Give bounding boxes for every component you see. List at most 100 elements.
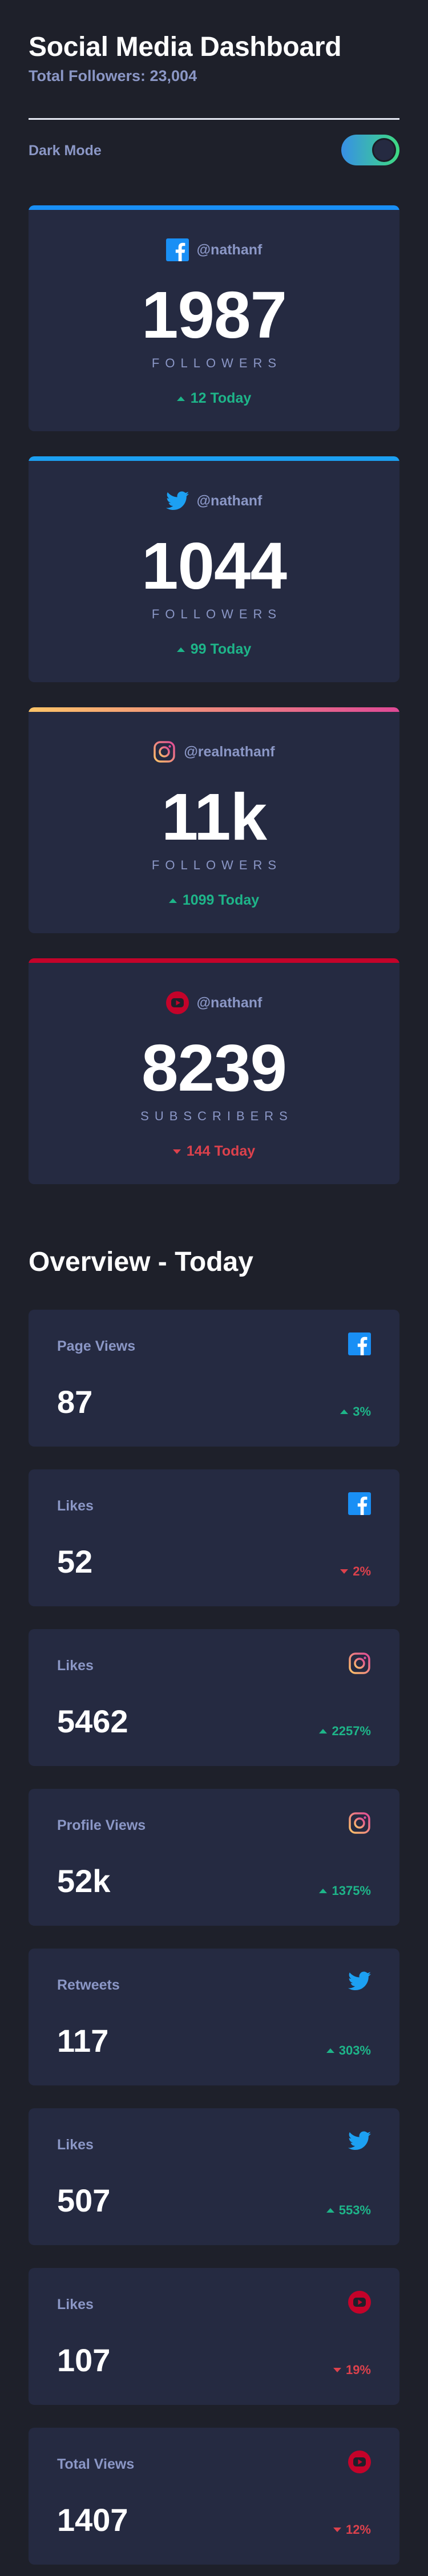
overview-card[interactable]: Total Views 1407 12% (29, 2428, 399, 2565)
card-handle: @nathanf (196, 994, 263, 1011)
today-change: 12 Today (29, 390, 399, 407)
today-change-text: 99 Today (190, 641, 252, 657)
overview-card[interactable]: Likes 107 19% (29, 2268, 399, 2405)
arrow-up-icon (168, 898, 177, 903)
overview-card[interactable]: Likes 507 553% (29, 2108, 399, 2245)
overview-change-text: 553% (338, 2203, 371, 2217)
arrow-up-icon (176, 396, 185, 401)
overview-label: Likes (57, 1658, 94, 1674)
today-change-text: 144 Today (186, 1143, 256, 1159)
arrow-down-icon (333, 2528, 341, 2532)
overview-card[interactable]: Profile Views 52k 1375% (29, 1789, 399, 1926)
page-title: Social Media Dashboard (29, 32, 342, 62)
total-followers: Total Followers: 23,004 (29, 67, 197, 84)
overview-label: Retweets (57, 1977, 120, 1993)
follower-unit: FOLLOWERS (151, 607, 282, 621)
overview-change: 553% (326, 2203, 371, 2218)
overview-value: 107 (57, 2342, 111, 2378)
overview-change: 3% (340, 1404, 371, 1419)
follower-count: 1044 (141, 529, 287, 603)
overview-change-text: 12% (345, 2522, 371, 2537)
header-divider (29, 118, 399, 120)
dark-mode-row: Dark Mode (29, 135, 399, 167)
today-change-text: 1099 Today (182, 892, 260, 908)
card-handle-row: @nathanf (29, 488, 399, 513)
toggle-knob (372, 138, 396, 162)
overview-value: 87 (57, 1384, 93, 1420)
follower-count: 8239 (141, 1031, 287, 1105)
overview-label: Likes (57, 2137, 94, 2153)
overview-title: Overview - Today (29, 1247, 253, 1277)
overview-card[interactable]: Page Views 87 3% (29, 1310, 399, 1447)
arrow-down-icon (172, 1149, 181, 1154)
overview-card[interactable]: Retweets 117 303% (29, 1949, 399, 2085)
overview-label: Profile Views (57, 1817, 146, 1833)
arrow-up-icon (176, 647, 185, 652)
overview-change-text: 1375% (332, 1884, 371, 1898)
card-accent-bar (29, 205, 399, 210)
card-handle-row: @nathanf (29, 990, 399, 1015)
overview-value: 507 (57, 2182, 111, 2218)
overview-label: Likes (57, 1498, 94, 1514)
follower-unit: SUBSCRIBERS (140, 1109, 293, 1123)
follower-unit: FOLLOWERS (151, 858, 282, 872)
twitter-icon (348, 2131, 371, 2154)
overview-card[interactable]: Likes 52 2% (29, 1469, 399, 1606)
overview-change: 19% (333, 2363, 371, 2377)
overview-change: 1375% (319, 1884, 371, 1898)
arrow-up-icon (319, 1729, 328, 1733)
twitter-icon (165, 491, 189, 511)
overview-value: 52k (57, 1863, 111, 1899)
arrow-down-icon (333, 2368, 341, 2372)
overview-value: 52 (57, 1544, 93, 1579)
youtube-icon (165, 991, 189, 1014)
arrow-up-icon (326, 2208, 334, 2213)
overview-change: 2257% (319, 1724, 371, 1739)
instagram-icon (153, 740, 176, 763)
overview-change: 303% (326, 2043, 371, 2058)
card-accent-bar (29, 707, 399, 712)
follower-count: 1987 (141, 278, 287, 352)
arrow-up-icon (319, 1889, 328, 1893)
dark-mode-toggle[interactable] (341, 135, 399, 165)
arrow-down-icon (340, 1569, 349, 1574)
follower-card-facebook[interactable]: @nathanf 1987 FOLLOWERS 12 Today (29, 205, 399, 431)
follower-card-youtube[interactable]: @nathanf 8239 SUBSCRIBERS 144 Today (29, 958, 399, 1184)
card-handle: @realnathanf (184, 743, 275, 760)
facebook-icon (165, 238, 189, 261)
follower-card-twitter[interactable]: @nathanf 1044 FOLLOWERS 99 Today (29, 456, 399, 682)
card-handle-row: @realnathanf (29, 739, 399, 764)
overview-change-text: 3% (353, 1404, 371, 1419)
today-change: 144 Today (29, 1143, 399, 1160)
instagram-icon (348, 1652, 371, 1675)
follower-card-instagram[interactable]: @realnathanf 11k FOLLOWERS 1099 Today (29, 707, 399, 933)
overview-value: 1407 (57, 2502, 128, 2538)
overview-change-text: 19% (345, 2363, 371, 2377)
youtube-icon (348, 2291, 371, 2314)
overview-value: 5462 (57, 1703, 128, 1739)
arrow-up-icon (340, 1409, 349, 1414)
today-change-text: 12 Today (190, 390, 252, 406)
overview-label: Total Views (57, 2456, 135, 2472)
facebook-icon (348, 1492, 371, 1515)
instagram-icon (348, 1812, 371, 1834)
card-accent-bar (29, 456, 399, 461)
card-accent-bar (29, 958, 399, 963)
overview-label: Likes (57, 2296, 94, 2312)
youtube-icon (348, 2451, 371, 2473)
overview-change-text: 303% (338, 2043, 371, 2057)
follower-count: 11k (161, 780, 267, 854)
overview-change-text: 2% (353, 1564, 371, 1578)
overview-label: Page Views (57, 1338, 136, 1354)
card-handle-row: @nathanf (29, 237, 399, 262)
card-handle: @nathanf (196, 241, 263, 258)
today-change: 99 Today (29, 641, 399, 658)
card-handle: @nathanf (196, 492, 263, 509)
twitter-icon (348, 1971, 371, 1994)
today-change: 1099 Today (29, 892, 399, 909)
dark-mode-label: Dark Mode (29, 143, 102, 159)
overview-value: 117 (57, 2023, 109, 2059)
overview-card[interactable]: Likes 5462 2257% (29, 1629, 399, 1766)
follower-unit: FOLLOWERS (151, 356, 282, 370)
overview-change: 12% (333, 2522, 371, 2537)
